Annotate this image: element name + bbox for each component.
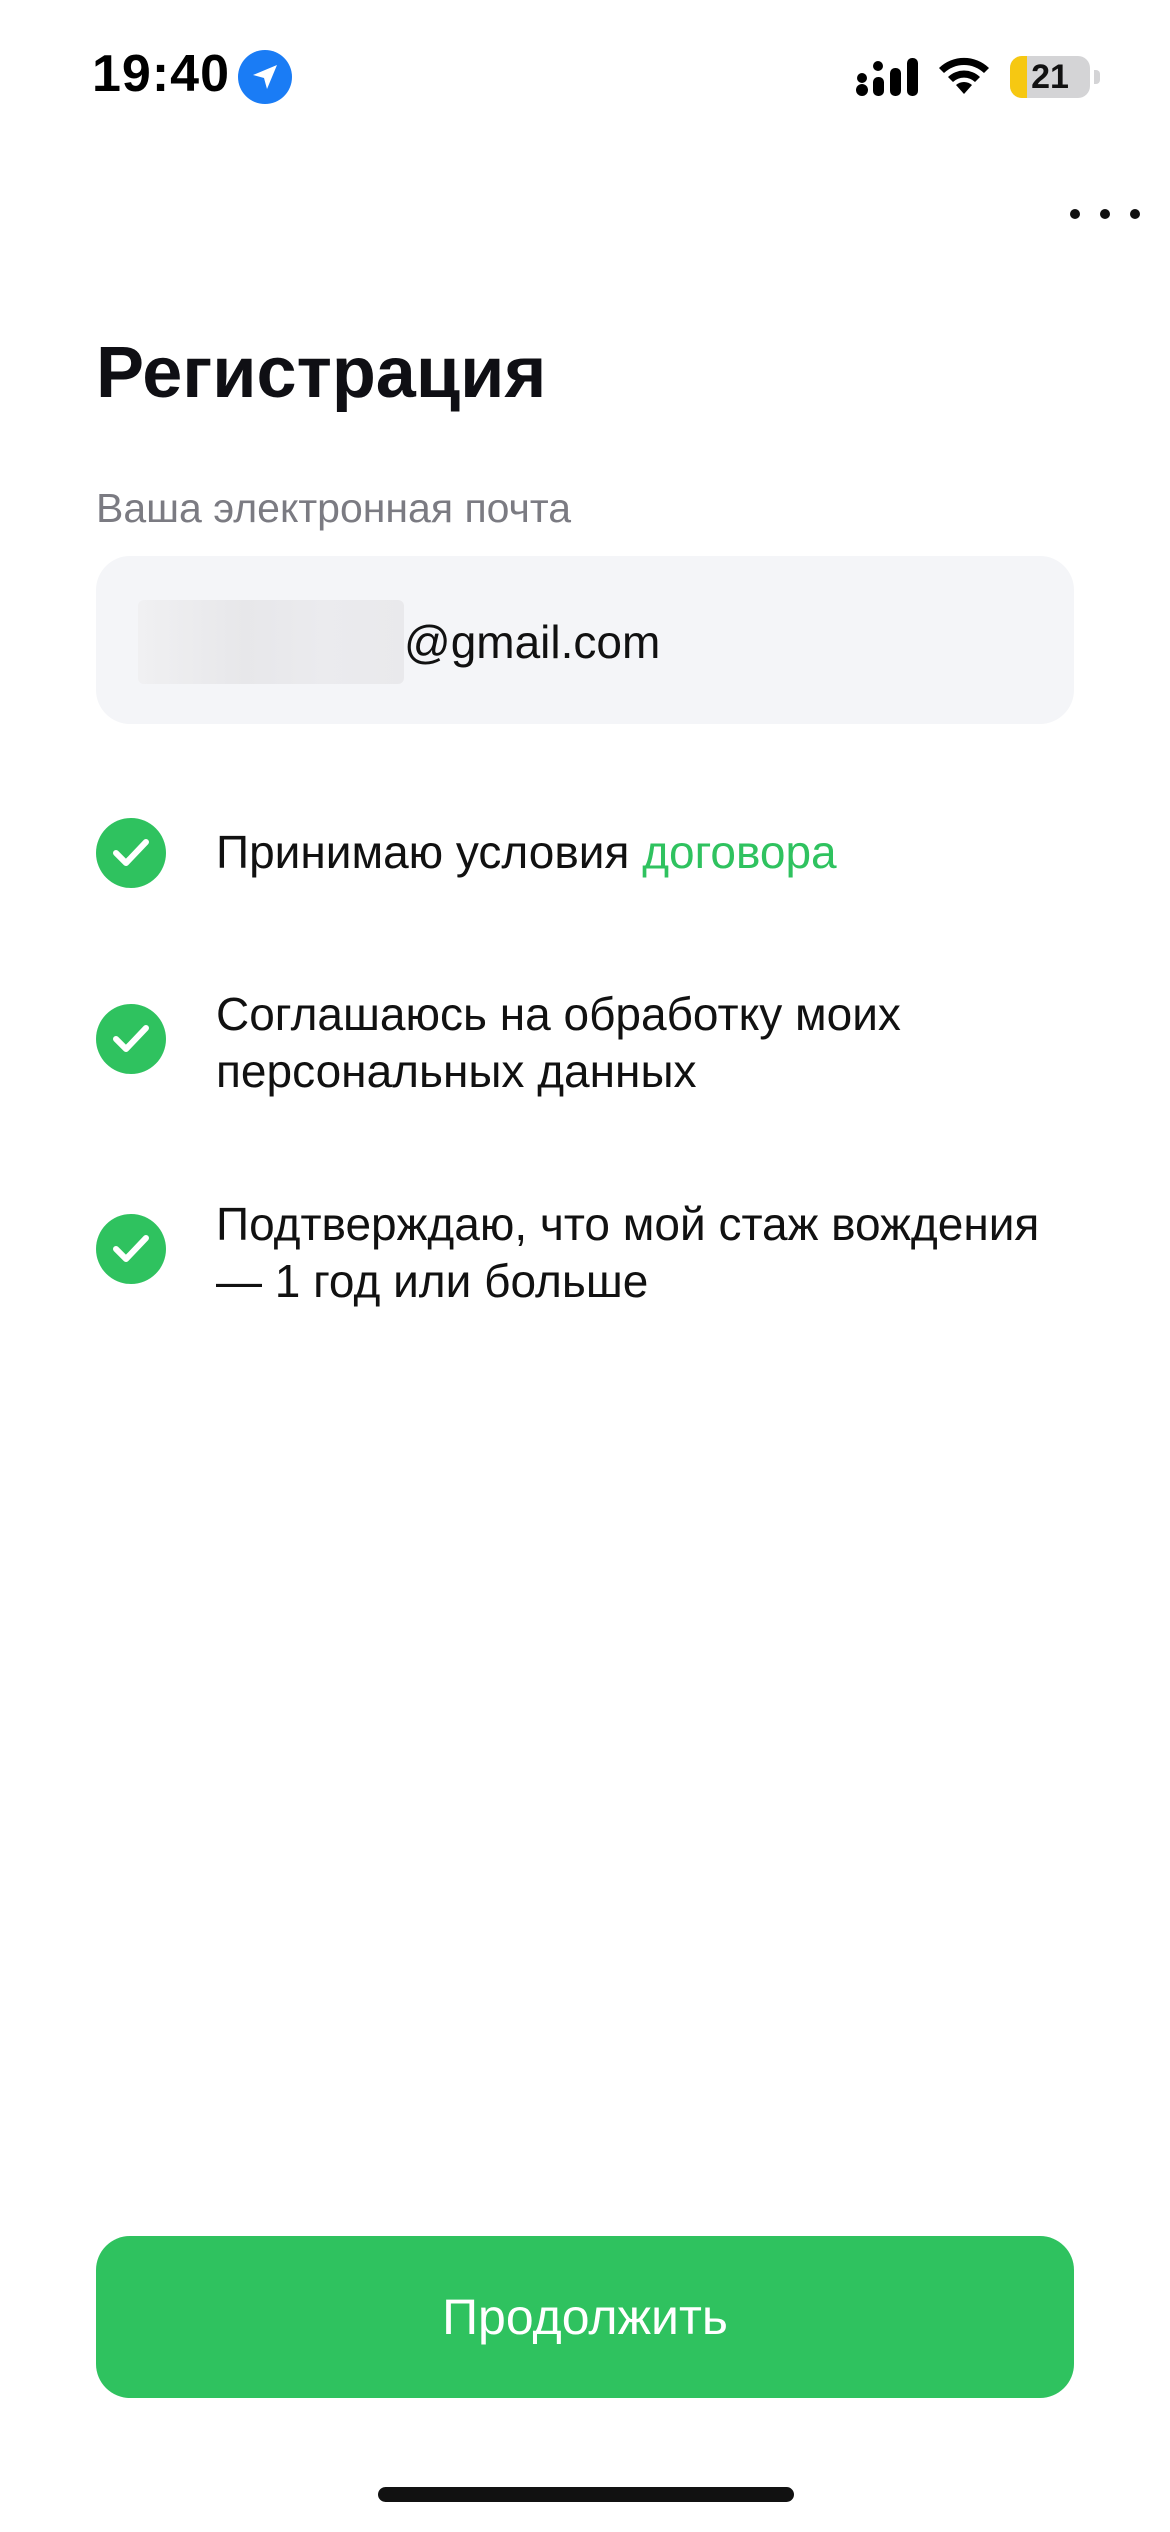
consent-agreement-item[interactable]: Принимаю условия договора [96,818,1076,888]
ellipsis-icon [1070,209,1080,219]
more-options-button[interactable] [1070,192,1140,236]
email-field[interactable]: @gmail.com [96,556,1074,724]
page-title: Регистрация [96,333,547,413]
consent-personal-data-text: Соглашаюсь на обработку моих персональны… [216,988,901,1097]
battery-icon: 21 [1010,56,1100,98]
checkmark-icon[interactable] [96,1214,166,1284]
agreement-link[interactable]: договора [642,826,836,878]
checkmark-icon[interactable] [96,818,166,888]
location-arrow-icon [238,50,292,104]
wifi-icon [939,57,989,94]
checkmark-icon[interactable] [96,1004,166,1074]
battery-level: 21 [1031,58,1069,96]
email-field-label: Ваша электронная почта [96,485,572,531]
status-bar: 19:40 21 [0,0,1170,150]
consent-personal-data-item[interactable]: Соглашаюсь на обработку моих персональны… [96,988,1076,1124]
continue-button[interactable]: Продолжить [96,2236,1074,2398]
consent-agreement-text: Принимаю условия договора [216,826,837,878]
cellular-signal-icon [856,58,918,96]
consent-driving-experience-text: Подтверждаю, что мой стаж вождения — 1 г… [216,1198,1040,1307]
email-field-value: @gmail.com [404,616,661,668]
status-time: 19:40 [92,45,230,103]
home-indicator[interactable] [378,2487,794,2502]
email-redacted-part [138,600,404,684]
consent-driving-experience-item[interactable]: Подтверждаю, что мой стаж вождения — 1 г… [96,1198,1076,1334]
